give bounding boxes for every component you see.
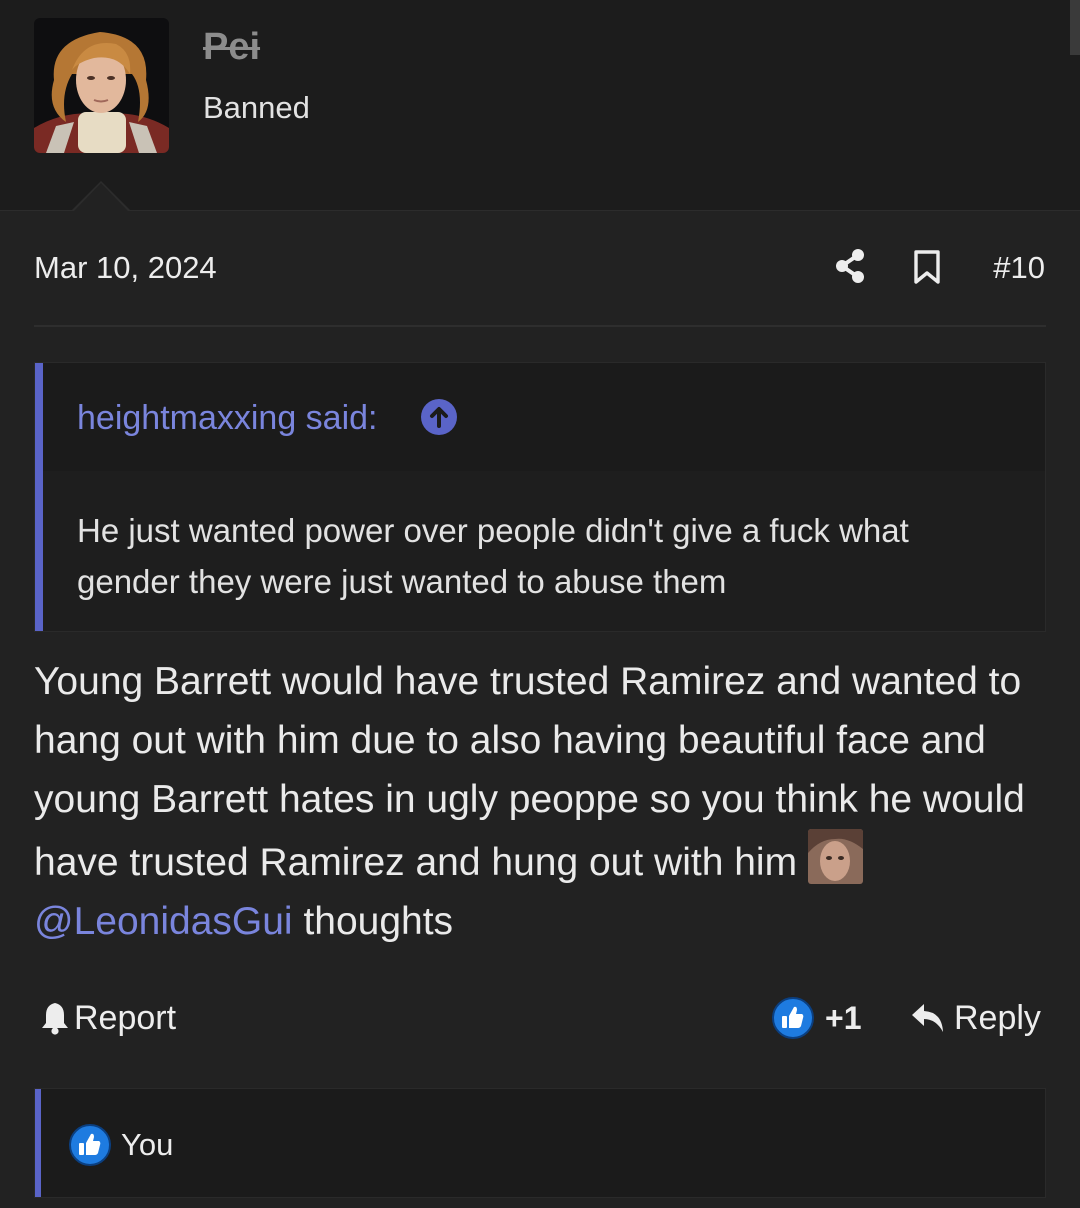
mention-avatar bbox=[807, 829, 863, 884]
post-date[interactable]: Mar 10, 2024 bbox=[34, 250, 217, 286]
username[interactable]: Pei bbox=[203, 26, 260, 69]
arrow-up-circle-icon[interactable] bbox=[421, 399, 457, 435]
reaction-count-button[interactable]: +1 bbox=[772, 996, 861, 1040]
report-label: Report bbox=[74, 998, 177, 1037]
reactions-bar[interactable]: You bbox=[34, 1088, 1046, 1198]
message-body: Young Barrett would have trusted Ramirez… bbox=[34, 652, 1049, 951]
reactions-list[interactable]: You bbox=[69, 1123, 173, 1167]
like-icon bbox=[772, 997, 814, 1039]
like-icon bbox=[69, 1124, 111, 1166]
post-user-header: Pei Banned bbox=[0, 0, 1080, 211]
reply-arrow-icon bbox=[912, 1004, 943, 1032]
bookmark-icon[interactable] bbox=[912, 249, 942, 285]
quote-accent-bar bbox=[35, 363, 43, 631]
reactions-users[interactable]: You bbox=[121, 1127, 173, 1163]
quote-text: He just wanted power over people didn't … bbox=[77, 512, 909, 600]
quote-author-link[interactable]: heightmaxxing said: bbox=[77, 399, 378, 438]
reply-button[interactable]: Reply bbox=[910, 996, 1041, 1040]
quote-block: heightmaxxing said: He just wanted power… bbox=[34, 362, 1046, 632]
report-button[interactable]: Report bbox=[40, 996, 176, 1040]
reaction-count: +1 bbox=[825, 999, 862, 1036]
user-avatar[interactable] bbox=[34, 18, 169, 153]
scrollbar[interactable] bbox=[1070, 0, 1080, 55]
bell-icon bbox=[42, 1003, 68, 1035]
reactions-accent-bar bbox=[35, 1089, 41, 1197]
reply-label: Reply bbox=[954, 998, 1041, 1037]
share-icon[interactable] bbox=[833, 248, 867, 284]
user-mention-link[interactable]: @LeonidasGui bbox=[34, 900, 293, 943]
post-number-link[interactable]: #10 bbox=[993, 250, 1045, 286]
user-title: Banned bbox=[203, 90, 310, 125]
divider bbox=[34, 325, 1046, 327]
message-text: Young Barrett would have trusted Ramirez… bbox=[34, 660, 1025, 884]
message-text-end: thoughts bbox=[303, 900, 454, 943]
